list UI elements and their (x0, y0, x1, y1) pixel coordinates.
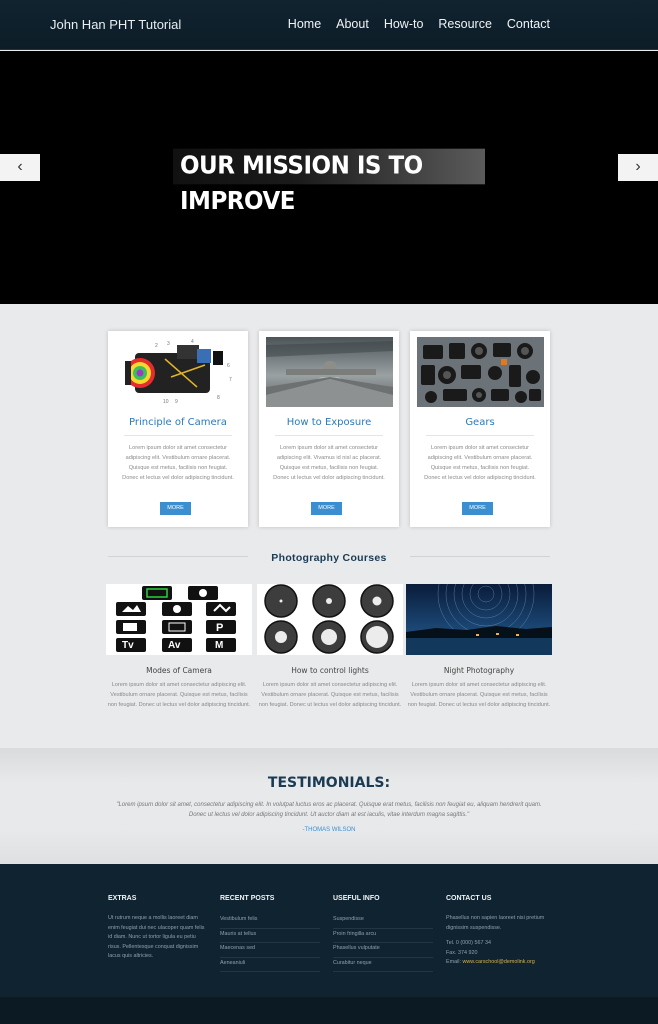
svg-text:8: 8 (217, 395, 220, 401)
footer-heading: CONTACT US (446, 895, 492, 902)
footer-useful-info: USEFUL INFO Suspendisse Proin fringilla … (333, 895, 433, 972)
course-item: P Tv Av M Modes of Camera Lorem ipsum do… (106, 584, 252, 710)
svg-text:9: 9 (175, 399, 178, 405)
footer-bottom-bar (0, 997, 658, 1024)
course-title: How to control lights (291, 666, 369, 675)
feature-text: Lorem ipsum dolor sit amet consectetur a… (273, 445, 385, 481)
testimonial-author[interactable]: -THOMAS WILSON (0, 827, 658, 833)
footer-text: Ut rutrum neque a mollis laoreet diam en… (108, 915, 205, 959)
course-text: Lorem ipsum dolor sit amet consectetur a… (258, 682, 402, 708)
feature-card: 2 3 4 6 7 8 9 10 Principle of Camera Lorem ip… (108, 331, 248, 527)
course-item: Night Photography Lorem ipsum dolor sit … (406, 584, 552, 710)
more-button[interactable]: MORE (160, 502, 191, 515)
feature-text: Lorem ipsum dolor sit amet consectetur a… (424, 445, 536, 481)
feature-cards: 2 3 4 6 7 8 9 10 Principle of Camera Lorem ip… (108, 331, 551, 527)
feature-text: Lorem ipsum dolor sit amet consectetur a… (122, 445, 234, 481)
course-text: Lorem ipsum dolor sit amet consectetur a… (407, 682, 551, 708)
divider (410, 556, 550, 557)
svg-text:6: 6 (227, 363, 230, 369)
footer-heading: EXTRAS (108, 895, 137, 902)
contact-email-row: Email: www.carschool@demolink.org (446, 958, 550, 968)
nav-contact[interactable]: Contact (507, 17, 550, 31)
feature-title: Principle of Camera (129, 417, 227, 428)
divider (124, 435, 232, 436)
footer-link[interactable]: Phasellus vulputate (333, 943, 433, 958)
footer-heading: USEFUL INFO (333, 895, 380, 902)
more-button[interactable]: MORE (462, 502, 493, 515)
courses-title: Photography Courses (271, 552, 387, 564)
footer-link[interactable]: Vestibulum felis (220, 914, 320, 929)
mode-labels: P Tv Av M (106, 584, 252, 655)
hero-slider: OUR MISSION IS TO IMPROVE ‹ › (0, 51, 658, 304)
footer-link[interactable]: Mauris at tellus (220, 929, 320, 943)
contact-email-label: Email: (446, 959, 461, 965)
mode-label-m: M (215, 640, 224, 651)
slider-prev-button[interactable]: ‹ (0, 154, 40, 181)
footer-extras: EXTRAS Ut rutrum neque a mollis laoreet … (108, 895, 208, 962)
svg-text:2: 2 (155, 343, 158, 349)
footer-link[interactable]: Curabitur neque (333, 958, 433, 972)
footer-link[interactable]: Aeneaniuli (220, 958, 320, 972)
svg-text:3: 3 (167, 341, 170, 347)
footer-heading: RECENT POSTS (220, 895, 275, 902)
divider (108, 556, 248, 557)
mode-label-p: P (216, 622, 224, 634)
testimonials-title: TESTIMONIALS: (267, 775, 391, 791)
footer-text: Phasellus non sapien laoreet nisi pretiu… (446, 915, 545, 931)
more-button[interactable]: MORE (311, 502, 342, 515)
course-title: Night Photography (443, 666, 515, 675)
mode-label-tv: Tv (122, 640, 134, 651)
feature-title: How to Exposure (286, 417, 372, 428)
site-footer: EXTRAS Ut rutrum neque a mollis laoreet … (0, 864, 658, 997)
hero-title: OUR MISSION IS TO IMPROVE (173, 148, 485, 216)
contact-fax: Fax. 374 920 (446, 949, 478, 956)
nav-how-to[interactable]: How-to (384, 17, 424, 31)
apertures-image (257, 584, 403, 655)
svg-text:7: 7 (229, 377, 232, 383)
camera-diagram-image: 2 3 4 6 7 8 9 10 (115, 337, 242, 407)
bridge-photo-image (266, 337, 393, 407)
site-header: John Han PHT Tutorial Home About How-to … (0, 0, 658, 50)
testimonials-section: TESTIMONIALS: "Lorem ipsum dolor sit ame… (0, 748, 658, 864)
course-item: How to control lights Lorem ipsum dolor … (257, 584, 403, 710)
nav-about[interactable]: About (336, 17, 369, 31)
night-sky-image (406, 584, 552, 655)
main-nav: Home About How-to Resource Contact (273, 17, 550, 31)
footer-link[interactable]: Proin fringilla arcu (333, 929, 433, 943)
slider-next-button[interactable]: › (618, 154, 658, 181)
footer-recent-posts: RECENT POSTS Vestibulum felis Mauris at … (220, 895, 320, 972)
gears-photo-image (417, 337, 544, 407)
courses-section-title: Photography Courses (0, 548, 658, 566)
divider (275, 435, 383, 436)
footer-link[interactable]: Suspendisse (333, 914, 433, 929)
feature-card: How to Exposure Lorem ipsum dolor sit am… (259, 331, 399, 527)
feature-title: Gears (465, 417, 495, 428)
camera-modes-image: P Tv Av M (106, 584, 252, 655)
nav-resource[interactable]: Resource (438, 17, 492, 31)
testimonial-quote: "Lorem ipsum dolor sit amet, consectetur… (116, 802, 542, 818)
svg-text:10: 10 (163, 399, 169, 405)
footer-link[interactable]: Maecenas sed (220, 943, 320, 958)
chevron-left-icon: ‹ (17, 158, 23, 175)
nav-home[interactable]: Home (288, 17, 321, 31)
footer-contact: CONTACT US Phasellus non sapien laoreet … (446, 895, 550, 968)
mode-label-av: Av (168, 640, 181, 651)
contact-email-link[interactable]: www.carschool@demolink.org (462, 959, 534, 965)
course-text: Lorem ipsum dolor sit amet consectetur a… (107, 682, 251, 708)
svg-text:4: 4 (191, 339, 194, 345)
feature-card: Gears Lorem ipsum dolor sit amet consect… (410, 331, 550, 527)
divider (426, 435, 534, 436)
course-title: Modes of Camera (146, 666, 212, 675)
site-brand[interactable]: John Han PHT Tutorial (50, 17, 181, 32)
chevron-right-icon: › (635, 158, 641, 175)
contact-tel: Tel. 0 (000) 567 34 (446, 940, 491, 946)
